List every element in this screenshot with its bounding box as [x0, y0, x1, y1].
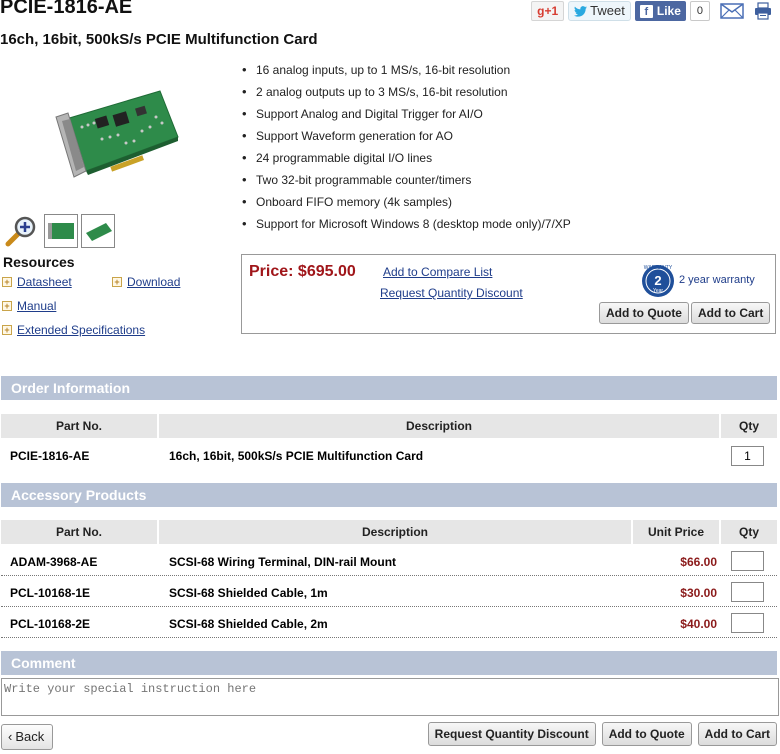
expand-plus-icon: +: [2, 301, 12, 311]
comment-textarea[interactable]: [1, 678, 779, 716]
unit-price: $40.00: [680, 617, 717, 631]
quantity-input[interactable]: [731, 613, 764, 633]
part-number: PCL-10168-1E: [10, 586, 91, 600]
feature-item: Two 32-bit programmable counter/timers: [240, 170, 571, 192]
feature-item: Onboard FIFO memory (4k samples): [240, 192, 571, 214]
price-label: Price: $695.00: [249, 263, 356, 280]
quantity-input[interactable]: [731, 446, 764, 466]
order-information-header: Order Information: [1, 376, 777, 400]
description: SCSI-68 Shielded Cable, 1m: [169, 586, 328, 600]
back-button[interactable]: ‹ Back: [1, 724, 54, 750]
resource-link-manual[interactable]: + Manual: [2, 299, 56, 313]
warranty-seal-icon: WARRANTY 2 Year: [642, 265, 674, 297]
feature-list: 16 analog inputs, up to 1 MS/s, 16-bit r…: [240, 60, 571, 236]
like-count: 0: [689, 1, 710, 21]
column-header: Qty: [721, 414, 777, 438]
like-label: Like: [656, 4, 681, 18]
add-to-compare-link[interactable]: Add to Compare List: [383, 265, 492, 279]
resources-heading: Resources: [3, 254, 75, 270]
resource-link-label[interactable]: Datasheet: [17, 275, 72, 289]
print-icon[interactable]: [754, 2, 772, 20]
product-thumbnail[interactable]: [81, 214, 115, 248]
description: 16ch, 16bit, 500kS/s PCIE Multifunction …: [169, 449, 424, 463]
product-thumbnail[interactable]: [44, 214, 78, 248]
feature-item: 24 programmable digital I/O lines: [240, 148, 571, 170]
order-table-header: Part No. Description Qty: [1, 414, 777, 438]
feature-item: Support Waveform generation for AO: [240, 126, 571, 148]
facebook-like-button[interactable]: f Like: [634, 1, 686, 21]
resource-link-label[interactable]: Download: [127, 275, 180, 289]
back-label: Back: [15, 729, 45, 744]
column-header: Description: [159, 520, 631, 544]
chevron-left-icon: ‹: [8, 729, 13, 744]
twitter-bird-icon: [574, 5, 588, 17]
quantity-input[interactable]: [731, 551, 764, 571]
part-number: ADAM-3968-AE: [10, 555, 98, 569]
warranty-seal-top: WARRANTY: [644, 265, 673, 271]
resource-link-label[interactable]: Manual: [17, 299, 56, 313]
warranty-badge: WARRANTY 2 Year 2 year warranty: [640, 261, 755, 299]
add-to-quote-button[interactable]: Add to Quote: [601, 722, 692, 746]
expand-plus-icon: +: [2, 325, 12, 335]
part-number: PCL-10168-2E: [10, 617, 91, 631]
table-row: ADAM-3968-AE SCSI-68 Wiring Terminal, DI…: [1, 546, 777, 576]
gplus-button[interactable]: g+1: [531, 1, 565, 21]
unit-price: $66.00: [680, 555, 717, 569]
resource-link-extended-specs[interactable]: + Extended Specifications: [2, 323, 145, 337]
description: SCSI-68 Wiring Terminal, DIN-rail Mount: [169, 555, 397, 569]
table-row: PCL-10168-1E SCSI-68 Shielded Cable, 1m …: [1, 577, 777, 607]
zoom-magnifier-icon[interactable]: [4, 214, 38, 248]
request-discount-link[interactable]: Request Quantity Discount: [380, 286, 523, 300]
product-image: [55, 90, 179, 178]
resource-link-label[interactable]: Extended Specifications: [17, 323, 145, 337]
column-header: Qty: [721, 520, 777, 544]
description: SCSI-68 Shielded Cable, 2m: [169, 617, 328, 631]
add-to-cart-button[interactable]: Add to Cart: [691, 302, 771, 324]
column-header: Description: [159, 414, 719, 438]
add-to-cart-button[interactable]: Add to Cart: [697, 722, 777, 746]
accessory-table-header: Part No. Description Unit Price Qty: [1, 520, 777, 544]
column-header: Unit Price: [633, 520, 719, 544]
unit-price: $30.00: [680, 586, 717, 600]
part-number: PCIE-1816-AE: [10, 449, 90, 463]
social-bar: g+1 Tweet f Like 0: [531, 1, 772, 21]
footer-actions: Request Quantity Discount Add to Quote A…: [427, 722, 777, 746]
expand-plus-icon: +: [112, 277, 122, 287]
resource-link-datasheet[interactable]: + Datasheet: [2, 275, 72, 289]
gplus-label: +1: [544, 4, 559, 18]
feature-item: 2 analog outputs up to 3 MS/s, 16-bit re…: [240, 82, 571, 104]
page-subtitle: 16ch, 16bit, 500kS/s PCIE Multifunction …: [0, 31, 318, 48]
request-discount-button[interactable]: Request Quantity Discount: [427, 722, 596, 746]
warranty-seal-number: 2: [654, 273, 661, 288]
price-box: Price: $695.00 Add to Compare List Reque…: [241, 254, 776, 334]
page-title: PCIE-1816-AE: [0, 0, 133, 18]
feature-item: Support Analog and Digital Trigger for A…: [240, 104, 571, 126]
warranty-seal-unit: Year: [653, 288, 663, 294]
warranty-text: 2 year warranty: [679, 274, 755, 286]
feature-item: 16 analog inputs, up to 1 MS/s, 16-bit r…: [240, 60, 571, 82]
facebook-icon: f: [639, 4, 653, 18]
email-icon[interactable]: [720, 3, 744, 19]
resource-link-download[interactable]: + Download: [112, 275, 180, 289]
accessory-products-header: Accessory Products: [1, 483, 777, 507]
column-header: Part No.: [1, 520, 157, 544]
tweet-label: Tweet: [590, 3, 625, 18]
expand-plus-icon: +: [2, 277, 12, 287]
tweet-button[interactable]: Tweet: [568, 1, 631, 21]
comment-header: Comment: [1, 651, 777, 675]
quantity-input[interactable]: [731, 582, 764, 602]
column-header: Part No.: [1, 414, 157, 438]
feature-item: Support for Microsoft Windows 8 (desktop…: [240, 214, 571, 236]
table-row: PCIE-1816-AE 16ch, 16bit, 500kS/s PCIE M…: [1, 440, 777, 470]
table-row: PCL-10168-2E SCSI-68 Shielded Cable, 2m …: [1, 608, 777, 638]
add-to-quote-button[interactable]: Add to Quote: [599, 302, 689, 324]
